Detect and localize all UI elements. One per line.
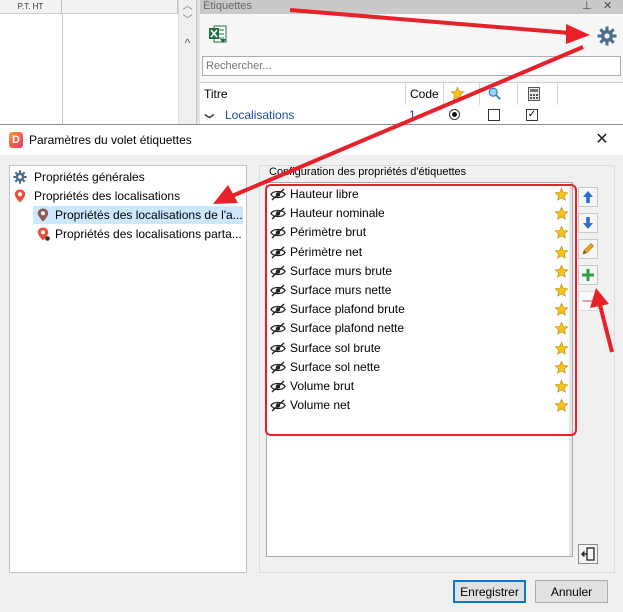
tree-item-location-properties-sub[interactable]: Propriétés des localisations de l'a... [33,206,243,224]
arrow-down-icon [583,217,593,229]
import-export-button[interactable] [578,544,598,564]
column-header-ptht[interactable]: P.T. HT [0,0,62,14]
search-input[interactable] [202,56,621,76]
checkbox[interactable] [488,109,500,121]
column-header-code[interactable]: Code [406,83,444,105]
pencil-icon [582,243,594,255]
groupbox-title: Configuration des propriétés d'étiquette… [267,166,469,178]
tree-item-label: Propriétés des localisations parta... [55,227,242,241]
tree-item-label: Propriétés des localisations de l'a... [55,208,243,222]
location-pin-shared-icon [36,227,50,241]
header-label: Code [410,87,439,101]
remove-button[interactable] [578,291,598,311]
calculator-icon [528,87,540,101]
app-logo-icon: D [9,132,23,148]
column-header-search[interactable] [480,83,518,105]
column-divider [62,14,63,128]
plus-icon [582,269,594,281]
cancel-button[interactable]: Annuler [535,580,608,603]
vertical-scrollbar[interactable]: ︿ ﹀ ^ [178,0,196,128]
row-code: 1 [409,108,416,122]
labels-panel: Étiquettes ⊥ ✕ Rechercher... Titre Code … [200,0,623,128]
table-row[interactable]: ❯ Localisations [205,105,406,125]
scroll-up-arrow-icon[interactable]: ^ [179,36,196,50]
location-pin-icon [36,208,50,222]
save-button[interactable]: Enregistrer [453,580,526,603]
panel-close-icon[interactable]: ✕ [603,0,612,13]
star-icon [450,86,465,100]
magnifier-icon [488,87,501,100]
excel-export-icon[interactable] [208,24,228,44]
move-up-button[interactable] [578,187,598,207]
gear-icon [13,170,27,184]
move-down-button[interactable] [578,213,598,233]
location-pin-icon [13,189,27,203]
minus-icon [582,300,594,302]
pin-icon[interactable]: ⊥ [582,0,592,13]
settings-gear-icon[interactable] [597,26,617,46]
tree-item-general-properties[interactable]: Propriétés générales [13,168,243,186]
arrow-up-icon [583,191,593,203]
tree-item-shared-location-properties[interactable]: Propriétés des localisations parta... [33,225,243,243]
column-header-label: P.T. HT [17,2,44,11]
column-header-calculation[interactable] [518,83,558,105]
column-header-title[interactable]: Titre [200,83,406,105]
annotation-highlight-box [265,184,577,436]
spreadsheet-area: P.T. HT ︿ ﹀ ^ [0,0,196,128]
scroll-up-icon[interactable]: ︿ [179,0,196,14]
radio-button[interactable] [449,109,460,120]
panel-titlebar: Étiquettes ⊥ ✕ [200,0,623,14]
scroll-down-icon[interactable]: ﹀ [179,14,196,28]
exit-arrow-icon [581,547,595,561]
checkbox-checked[interactable]: ✓ [526,109,538,121]
column-header-favorite[interactable] [444,83,480,105]
tree-item-label: Propriétés générales [34,170,145,184]
add-button[interactable] [578,265,598,285]
column-header-empty[interactable] [62,0,178,14]
row-label: Localisations [225,108,295,122]
dialog-titlebar[interactable]: D Paramètres du volet étiquettes ✕ [0,125,623,155]
panel-title: Étiquettes [203,0,252,12]
labels-table: Titre Code ❯ Localisations 1 ✓ [200,82,623,128]
dialog-title: Paramètres du volet étiquettes [29,133,192,147]
settings-tree: Propriétés générales Propriétés des loca… [9,165,247,573]
close-icon[interactable]: ✕ [588,125,616,155]
edit-button[interactable] [578,239,598,259]
header-label: Titre [204,87,228,101]
tree-item-label: Propriétés des localisations [34,189,181,203]
tree-item-location-properties[interactable]: Propriétés des localisations [13,187,243,205]
expand-chevron-icon[interactable]: ❯ [200,112,220,120]
